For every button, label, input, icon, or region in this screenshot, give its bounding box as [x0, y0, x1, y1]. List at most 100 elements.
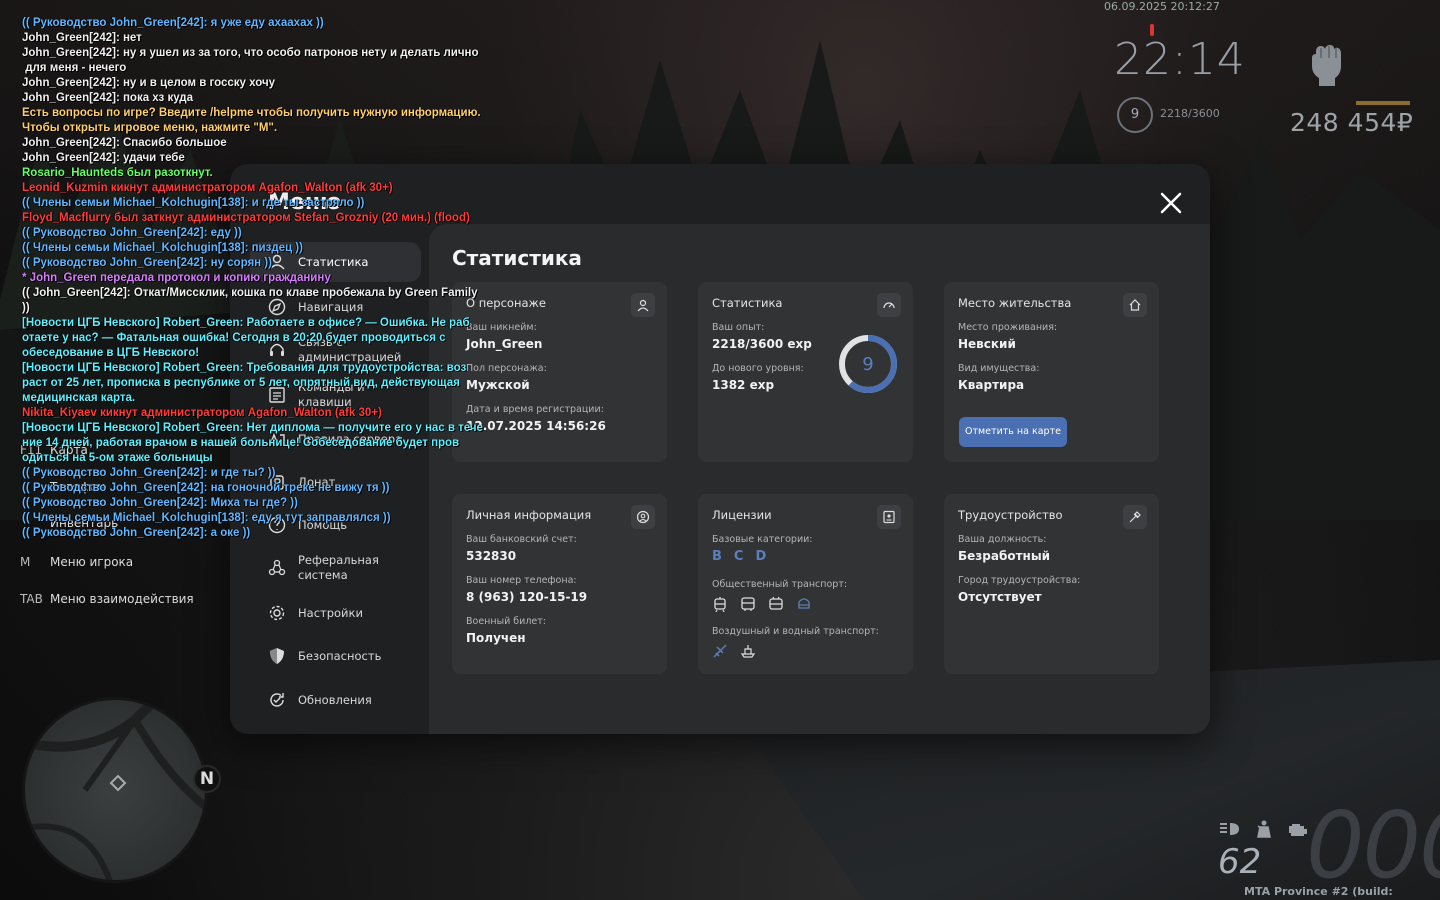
headlight-icon — [1220, 823, 1239, 835]
nav-item-security[interactable]: Безопасность — [250, 636, 420, 676]
chat-message: [Новости ЦГБ Невского] Robert_Green: Тре… — [22, 362, 467, 404]
chat-message: John_Green[242]: ну и в целом в госску х… — [22, 77, 276, 89]
tools-icon — [1123, 505, 1147, 529]
card-title: Трудоустройство — [958, 508, 1063, 522]
minimap[interactable] — [22, 697, 208, 883]
plane-icon — [713, 644, 727, 658]
chat-message: Floyd_Macflurry был заткнут администрато… — [22, 212, 470, 224]
compass-north: N — [193, 765, 221, 793]
keyhint-key: TAB — [20, 592, 43, 606]
nav-item-updates[interactable]: Обновления — [250, 680, 420, 720]
public-transport-icons — [712, 596, 847, 612]
phone-field: Ваш номер телефона: 8 (963) 120-15-19 — [466, 575, 587, 604]
field-label: Город трудоустройства: — [958, 575, 1081, 586]
chat-message: Leonid_Kuzmin кикнут администратором Aga… — [22, 182, 393, 194]
exp-field: Ваш опыт: 2218/3600 exp — [712, 322, 812, 351]
tram-icon — [714, 597, 726, 612]
chat-message: (( Руководство John_Green[242]: ну сорян… — [22, 257, 272, 269]
game-clock: 22:14 — [1114, 34, 1246, 85]
player-marker — [109, 774, 127, 792]
fist-icon — [1312, 45, 1341, 86]
nav-label: Реферальная система — [298, 553, 379, 582]
keyhint-player-menu: M Меню игрока — [14, 555, 133, 569]
exp-counter: 2218/3600 — [1160, 107, 1220, 120]
shield-icon — [270, 648, 284, 664]
level-progress-ring: 9 — [839, 335, 897, 393]
id-card-icon — [877, 505, 901, 529]
card-title: Статистика — [712, 296, 783, 310]
job-city-field: Город трудоустройства: Отсутствует — [958, 575, 1080, 604]
gauge-icon — [877, 293, 901, 317]
field-label: Вид имущества: — [958, 363, 1040, 374]
nav-item-referral[interactable]: Реферальная система — [250, 548, 420, 588]
residence-card: Место жительства Место проживания: Невски… — [944, 282, 1159, 462]
updates-icon — [270, 693, 284, 707]
chat-message: * John_Green передала протокол и копию г… — [22, 272, 331, 284]
trolleybus-icon — [769, 596, 783, 610]
home-icon — [1123, 293, 1147, 317]
place-field: Место проживания: Невский — [958, 322, 1057, 351]
chat-message: (( Руководство John_Green[242]: и где ты… — [22, 467, 276, 479]
field-label: До нового уровня: — [712, 363, 804, 374]
chat-message: Nikita_Kiyaev кикнут администратором Aga… — [22, 407, 382, 419]
card-title: Место жительства — [958, 296, 1072, 310]
field-label: Ваш номер телефона: — [466, 575, 577, 586]
field-label: Общественный транспорт: — [712, 579, 848, 590]
speedometer: 000 — [1306, 792, 1440, 899]
nav-item-settings[interactable]: Настройки — [250, 593, 420, 633]
keyhint-interaction-menu: TAB Меню взаимодействия — [14, 592, 194, 606]
employment-card: Трудоустройство Ваша должность: Безработн… — [944, 494, 1159, 674]
chat-message: Чтобы открыть игровое меню, нажмите "M". — [22, 122, 278, 134]
field-value: Получен — [466, 631, 526, 645]
stats-card: Статистика Ваш опыт: 2218/3600 exp До нов… — [698, 282, 913, 462]
referral-icon — [268, 559, 286, 576]
base-categories-field: Базовые категории: B C D — [712, 534, 813, 564]
public-transport-field: Общественный транспорт: — [712, 579, 847, 612]
keyhint-label: Меню взаимодействия — [50, 592, 194, 606]
field-value: Безработный — [958, 549, 1051, 563]
keyhint-key: M — [20, 555, 31, 569]
position-field: Ваша должность: Безработный — [958, 534, 1050, 563]
chat-message: (( Руководство John_Green[242]: Миха ты … — [22, 497, 298, 509]
field-value: 8 (963) 120-15-19 — [466, 590, 588, 604]
field-label: Воздушный и водный транспорт: — [712, 626, 879, 637]
military-field: Военный билет: Получен — [466, 616, 546, 645]
close-icon[interactable] — [1158, 190, 1184, 216]
property-field: Вид имущества: Квартира — [958, 363, 1039, 392]
level-number: 9 — [862, 354, 873, 375]
field-value: 2218/3600 exp — [712, 337, 812, 351]
seatbelt-icon — [1257, 820, 1271, 838]
license-categories: B C D — [712, 549, 813, 564]
field-label: Ваш опыт: — [712, 322, 765, 333]
air-water-icons — [712, 643, 879, 659]
chat-message: (( John_Green[242]: Откат/Миссклик, кошк… — [22, 287, 478, 314]
field-label: Место проживания: — [958, 322, 1058, 333]
profile-icon — [631, 505, 655, 529]
fuel-level: 62 — [1218, 842, 1262, 882]
card-title: Лицензии — [712, 508, 772, 522]
license-category: B — [712, 549, 722, 564]
chat-message: [Новости ЦГБ Невского] Robert_Green: Раб… — [22, 317, 470, 359]
chat-message: (( Члены семьи Michael_Kolchugin[138]: п… — [22, 242, 303, 254]
chat-message: (( Члены семьи Michael_Kolchugin[138]: е… — [22, 512, 391, 524]
chat-message: (( Руководство John_Green[242]: я уже ед… — [22, 17, 324, 29]
chat-message: (( Руководство John_Green[242]: на гоноч… — [22, 482, 390, 494]
field-label: Базовые категории: — [712, 534, 813, 545]
level-badge: 9 — [1117, 97, 1153, 133]
keyhint-label: Меню игрока — [50, 555, 134, 569]
field-value: Невский — [958, 337, 1016, 351]
next-level-field: До нового уровня: 1382 exp — [712, 363, 804, 392]
nav-label: Обновления — [298, 692, 372, 707]
mark-on-map-button[interactable]: Отметить на карте — [959, 417, 1067, 447]
boat-icon — [740, 645, 756, 658]
person-icon — [631, 293, 655, 317]
dashboard-indicators — [1218, 820, 1310, 838]
field-value: 1382 exp — [712, 378, 775, 392]
chat-message: John_Green[242]: нет — [22, 32, 142, 44]
field-value: Квартира — [958, 378, 1025, 392]
chat-message: Rosario_Haunteds был разоткнут. — [22, 167, 213, 179]
chat-message: Есть вопросы по игре? Введите /helpme чт… — [22, 107, 481, 119]
field-label: Военный билет: — [466, 616, 546, 627]
license-category: D — [755, 549, 767, 564]
money-balance: 248 454₽ — [1290, 108, 1414, 137]
